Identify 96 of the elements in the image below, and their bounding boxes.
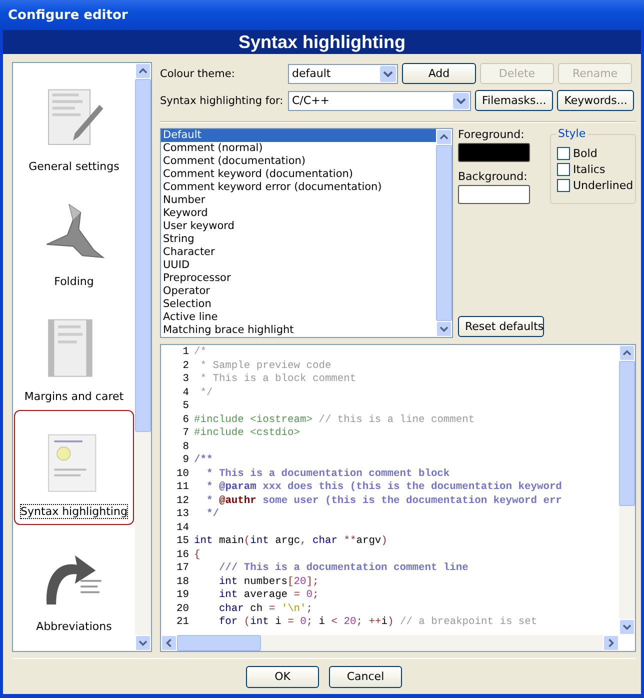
line-number: 4	[182, 386, 190, 400]
sidebar-item[interactable]: Abbreviations	[14, 525, 134, 640]
scrollbar-thumb[interactable]	[619, 361, 635, 506]
style-list-item[interactable]: Keyword	[161, 207, 436, 220]
code-line: int average = 0;	[218, 589, 319, 602]
code-line: */	[205, 508, 219, 522]
code-line: int main(int argc, char **argv)	[194, 535, 388, 548]
code-line: * @param xxx does this (this is the documentation keyword	[205, 481, 562, 494]
code-line: for (int i = 0; i < 20; ++i) // a breakpoint is set	[218, 616, 538, 630]
style-list-item[interactable]: Character	[161, 246, 436, 259]
color-swatch[interactable]	[458, 143, 530, 162]
checkbox[interactable]	[557, 163, 570, 176]
code-line: int numbers[20];	[218, 576, 319, 589]
scrollbar-thumb[interactable]	[436, 145, 452, 321]
style-list-item[interactable]: Preprocessor	[161, 272, 436, 285]
sidebar-item[interactable]: Folding	[14, 180, 134, 295]
dialog-button[interactable]: Cancel	[329, 666, 402, 688]
style-list-item[interactable]: User keyword	[161, 220, 436, 233]
style-list-item[interactable]: Matching brace highlight	[161, 324, 436, 337]
checkbox-label: Underlined	[573, 179, 634, 192]
style-list-item[interactable]: Comment keyword (documentation)	[161, 168, 436, 181]
style-list-item[interactable]: Number	[161, 194, 436, 207]
line-number: 9	[182, 454, 190, 468]
code-line: #include <cstdio>	[194, 427, 300, 440]
field-label: Foreground:	[458, 128, 526, 141]
checkbox[interactable]	[557, 147, 570, 160]
sidebar-item-label: Abbreviations	[36, 620, 112, 633]
line-number: 19	[176, 589, 190, 602]
line-number: 13	[176, 508, 190, 522]
code-line: * Sample preview code	[199, 360, 332, 373]
line-number: 11	[176, 481, 190, 494]
line-number: 20	[176, 602, 190, 616]
checkbox[interactable]	[557, 179, 570, 192]
line-number: 3	[182, 373, 190, 386]
style-list-item[interactable]: Comment keyword error (documentation)	[161, 181, 436, 194]
sidebar-item-label: Folding	[54, 275, 94, 288]
line-number: 14	[176, 522, 190, 535]
vertical-scrollbar[interactable]	[135, 63, 151, 651]
field-label: Colour theme:	[160, 68, 236, 80]
sidebar-item[interactable]: Syntax highlighting	[14, 410, 134, 525]
scrollbar-thumb[interactable]	[177, 635, 261, 651]
code-line: char ch = '\n';	[218, 602, 313, 616]
style-list-item[interactable]: Operator	[161, 285, 436, 298]
scrollbar-thumb[interactable]	[135, 79, 151, 432]
line-number: 18	[176, 576, 190, 589]
checkbox-label: Italics	[573, 163, 606, 176]
window-title: Configure editor	[8, 8, 128, 22]
line-number: 5	[182, 400, 190, 414]
theme-dropdown[interactable]: default	[288, 64, 398, 84]
page-title: Syntax highlighting	[238, 32, 406, 52]
line-number: 17	[176, 562, 190, 576]
line-number: 21	[176, 616, 190, 630]
style-list-item[interactable]: Selection	[161, 298, 436, 311]
sidebar-item[interactable]: Margins and caret	[14, 295, 134, 410]
code-line: /*	[194, 346, 206, 360]
line-number: 2	[182, 360, 190, 373]
style-list-item[interactable]: Comment (documentation)	[161, 155, 436, 168]
horizontal-scrollbar[interactable]	[161, 635, 619, 651]
vertical-scrollbar[interactable]	[436, 129, 452, 337]
field-label: Syntax highlighting for:	[160, 94, 284, 106]
dialog-button[interactable]: OK	[246, 666, 319, 688]
group-title: Style	[556, 127, 588, 140]
style-list-item[interactable]: Default	[161, 129, 436, 142]
code-line: */	[199, 386, 213, 400]
line-number: 1	[182, 346, 190, 360]
checkbox-label: Bold	[573, 147, 598, 160]
line-number: 16	[176, 548, 190, 562]
style-list-item[interactable]: String	[161, 233, 436, 246]
code-line: #include <iostream> // this is a line comment	[194, 414, 475, 427]
line-number: 12	[176, 494, 190, 508]
reset-defaults-button[interactable]: Reset defaults	[458, 316, 544, 337]
code-line: /**	[194, 454, 213, 468]
line-number: 6	[182, 414, 190, 427]
sidebar-item-label: Syntax highlighting	[20, 505, 128, 518]
line-number: 8	[182, 440, 190, 454]
line-number: 15	[176, 535, 190, 548]
sidebar-item-label: Margins and caret	[24, 390, 124, 403]
style-list-item[interactable]: Comment (normal)	[161, 142, 436, 155]
code-line: /// This is a documentation comment line	[218, 562, 468, 576]
field-label: Background:	[458, 170, 528, 183]
line-number: 10	[176, 468, 190, 481]
line-number: 7	[182, 427, 190, 440]
code-line: * This is a block comment	[199, 373, 356, 386]
style-list-item[interactable]: Active line	[161, 311, 436, 324]
sidebar-item[interactable]: General settings	[14, 65, 134, 180]
language-dropdown[interactable]: C/C++	[288, 90, 471, 110]
language-button[interactable]: Keywords...	[557, 90, 634, 111]
code-line: * This is a documentation comment block	[205, 468, 450, 481]
language-button[interactable]: Filemasks...	[475, 90, 554, 111]
color-swatch[interactable]	[458, 185, 530, 204]
code-line: * @authr some user (this is the documentation keyword err	[205, 494, 562, 508]
sidebar-item-label: General settings	[28, 160, 120, 173]
theme-button[interactable]: Add	[402, 63, 476, 84]
code-line: {	[194, 548, 200, 562]
vertical-scrollbar[interactable]	[619, 345, 635, 635]
style-list-item[interactable]: UUID	[161, 259, 436, 272]
